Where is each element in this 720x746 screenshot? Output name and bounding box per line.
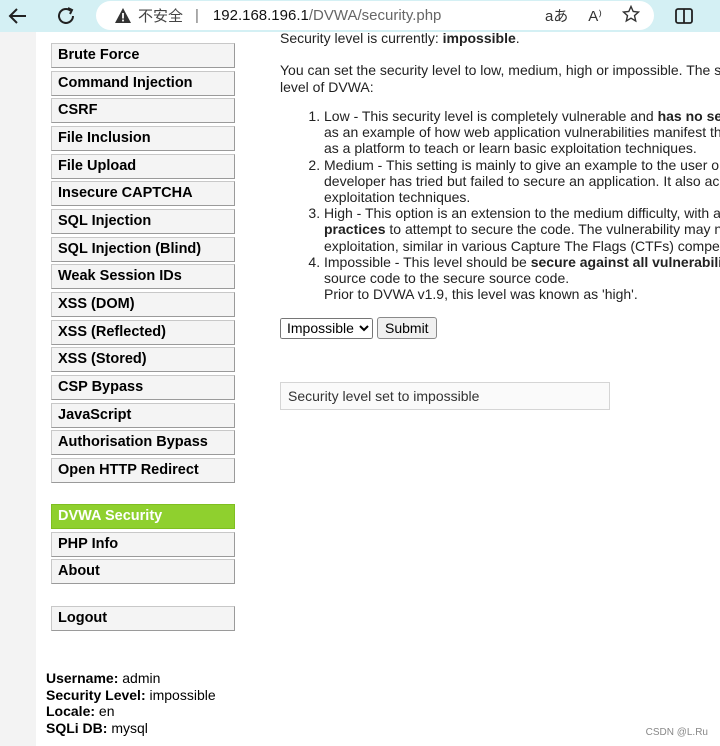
impossible-text: Prior to DVWA v1.9, this level was known…	[324, 286, 638, 303]
sqli-db-value: mysql	[111, 719, 148, 736]
back-arrow-icon[interactable]	[2, 0, 34, 32]
locale-value: en	[98, 703, 115, 719]
impossible-text: source code to the secure source code.	[324, 270, 570, 287]
security-level-row: Security Level: impossible	[46, 687, 216, 704]
intro-paragraph: You can set the security level to low, m…	[280, 62, 720, 95]
username-label: Username:	[46, 670, 119, 686]
favorite-star-icon[interactable]	[621, 4, 641, 27]
browser-toolbar: 不安全 | 192.168.196.1/DVWA/security.php aあ…	[0, 0, 720, 32]
sidebar-item-xss-dom[interactable]: XSS (DOM)	[51, 292, 235, 317]
sidebar-item-sql-injection-blind[interactable]: SQL Injection (Blind)	[51, 237, 235, 262]
high-text: High - This option is an extension to th…	[324, 205, 720, 222]
sidebar-item-authorisation-bypass[interactable]: Authorisation Bypass	[51, 430, 235, 455]
impossible-text: Impossible - This level should be	[324, 253, 531, 270]
sidebar-item-open-http-redirect[interactable]: Open HTTP Redirect	[51, 458, 235, 483]
sidebar-item-insecure-captcha[interactable]: Insecure CAPTCHA	[51, 181, 235, 206]
locale-row: Locale: en	[46, 703, 216, 720]
sidebar-item-xss-reflected[interactable]: XSS (Reflected)	[51, 320, 235, 345]
locale-label: Locale:	[46, 703, 96, 719]
sidebar-item-about[interactable]: About	[51, 559, 235, 584]
high-bold-text: practices	[324, 221, 386, 238]
list-item-high: High - This option is an extension to th…	[324, 205, 720, 254]
current-level-value: impossible	[442, 32, 516, 46]
sidebar-item-dvwa-security[interactable]: DVWA Security	[51, 504, 235, 529]
security-level-label: Security Level:	[46, 686, 146, 703]
low-text: Low - This security level is completely …	[324, 108, 658, 124]
security-levels-list: Low - This security level is completely …	[304, 108, 720, 302]
list-item-medium: Medium - This setting is mainly to give …	[324, 157, 720, 206]
read-aloud-icon[interactable]: A⁾	[588, 7, 602, 25]
low-text: as a platform to teach or learn basic ex…	[324, 140, 697, 157]
medium-text: developer has tried but failed to secure…	[324, 172, 720, 189]
sidebar-item-file-upload[interactable]: File Upload	[51, 154, 235, 179]
sidebar-item-xss-stored[interactable]: XSS (Stored)	[51, 347, 235, 372]
high-text: exploitation, similar in various Capture…	[324, 237, 720, 254]
insecure-label: 不安全	[138, 8, 184, 25]
sidebar-item-php-info[interactable]: PHP Info	[51, 532, 235, 557]
sidebar-item-command-injection[interactable]: Command Injection	[51, 71, 235, 96]
current-level-prefix: Security level is currently:	[280, 32, 443, 46]
watermark: CSDN @L.Ru	[645, 727, 708, 738]
impossible-bold-text: secure against all vulnerabili	[530, 253, 720, 270]
current-security-level: Security level is currently: impossible.	[280, 32, 520, 46]
reload-icon[interactable]	[50, 0, 82, 32]
sidebar-item-weak-session-ids[interactable]: Weak Session IDs	[51, 264, 235, 289]
translate-icon[interactable]: aあ	[545, 5, 568, 26]
url-host: 192.168.196.1	[212, 7, 309, 24]
url-path: /DVWA/security.php	[308, 7, 442, 24]
medium-text: exploitation techniques.	[324, 189, 471, 206]
low-text: as an example of how web application vul…	[324, 124, 720, 141]
list-item-low: Low - This security level is completely …	[324, 108, 720, 157]
left-gutter	[0, 32, 36, 746]
user-info: Username: admin Security Level: impossib…	[46, 670, 216, 736]
intro-line: You can set the security level to low, m…	[280, 62, 720, 78]
sidebar-item-brute-force[interactable]: Brute Force	[51, 43, 235, 68]
sidebar-item-csrf[interactable]: CSRF	[51, 98, 235, 123]
warning-icon[interactable]	[114, 7, 132, 25]
security-form: Impossible Submit	[280, 317, 437, 339]
intro-line: level of DVWA:	[280, 78, 374, 95]
sqli-db-row: SQLi DB: mysql	[46, 720, 216, 737]
list-item-impossible: Impossible - This level should be secure…	[324, 254, 720, 303]
sidebar-item-csp-bypass[interactable]: CSP Bypass	[51, 375, 235, 400]
security-level-value: impossible	[149, 686, 216, 703]
split-screen-icon[interactable]	[672, 4, 696, 28]
current-level-suffix: .	[515, 32, 520, 46]
address-bar[interactable]: 不安全 | 192.168.196.1/DVWA/security.php aあ…	[96, 1, 654, 30]
medium-text: Medium - This setting is mainly to give …	[324, 156, 720, 173]
main-content: Security level is currently: impossible.…	[280, 32, 720, 452]
sidebar-item-logout[interactable]: Logout	[51, 606, 235, 631]
security-level-select[interactable]: Impossible	[280, 317, 373, 339]
status-message: Security level set to impossible	[280, 382, 610, 410]
sqli-db-label: SQLi DB:	[46, 719, 108, 736]
url-separator: |	[195, 7, 199, 24]
username-value: admin	[122, 670, 161, 686]
submit-button[interactable]: Submit	[377, 317, 437, 339]
sidebar-item-javascript[interactable]: JavaScript	[51, 403, 235, 428]
low-bold-text: has no se	[657, 108, 720, 124]
username-row: Username: admin	[46, 670, 216, 687]
sidebar-item-file-inclusion[interactable]: File Inclusion	[51, 126, 235, 151]
sidebar-item-sql-injection[interactable]: SQL Injection	[51, 209, 235, 234]
high-text: to attempt to secure the code. The vulne…	[385, 221, 720, 238]
